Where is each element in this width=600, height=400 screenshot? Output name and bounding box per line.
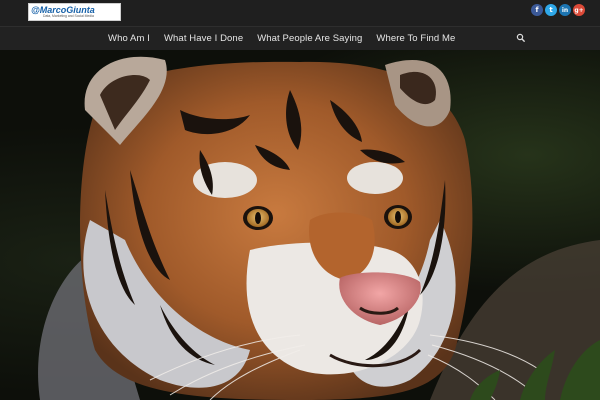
search-icon[interactable] — [515, 32, 527, 44]
tiger-photo — [38, 56, 600, 400]
google-plus-icon[interactable]: g+ — [573, 4, 585, 16]
top-bar: @MarcoGiunta Data, Marketing and Social … — [0, 0, 600, 26]
site-logo[interactable]: @MarcoGiunta Data, Marketing and Social … — [28, 3, 121, 21]
nav-menu: Who Am I What Have I Done What People Ar… — [108, 27, 455, 50]
facebook-icon[interactable]: f — [531, 4, 543, 16]
social-links: f t in g+ — [531, 4, 585, 16]
logo-tagline: Data, Marketing and Social Media — [43, 14, 94, 18]
twitter-icon[interactable]: t — [545, 4, 557, 16]
hero-image — [0, 50, 600, 400]
nav-item-what-people-are-saying[interactable]: What People Are Saying — [257, 33, 362, 44]
nav-item-where-to-find-me[interactable]: Where To Find Me — [376, 33, 455, 44]
linkedin-icon[interactable]: in — [559, 4, 571, 16]
main-navigation: Who Am I What Have I Done What People Ar… — [0, 26, 600, 50]
nav-item-who-am-i[interactable]: Who Am I — [108, 33, 150, 44]
nav-item-what-have-i-done[interactable]: What Have I Done — [164, 33, 243, 44]
